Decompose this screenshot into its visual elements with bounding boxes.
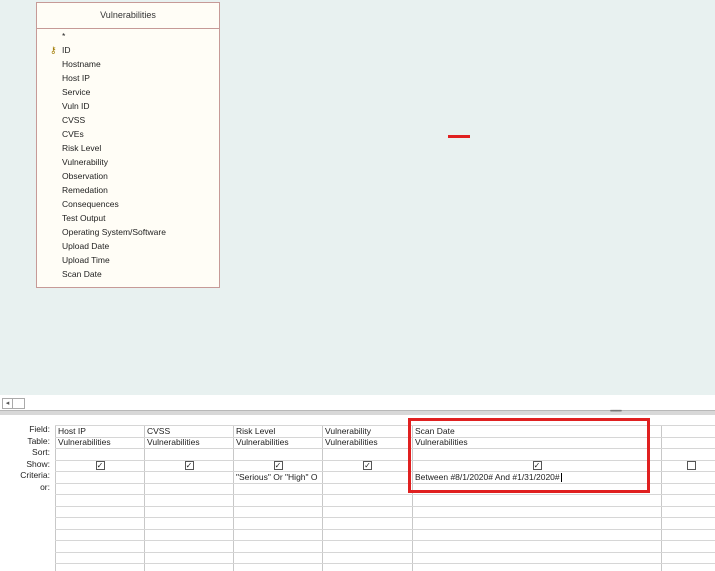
- grid-row-line: [55, 551, 715, 553]
- field-name: Upload Date: [62, 241, 110, 251]
- field-item[interactable]: Operating System/Software: [37, 225, 219, 239]
- row-label-sort: Sort:: [32, 447, 50, 457]
- field-item[interactable]: Observation: [37, 169, 219, 183]
- field-item[interactable]: Risk Level: [37, 141, 219, 155]
- field-cell[interactable]: [664, 426, 715, 437]
- grid-row-line: [55, 528, 715, 530]
- grid-row-line: [55, 517, 715, 518]
- field-name: Upload Time: [62, 255, 110, 265]
- field-cell[interactable]: Vulnerability: [325, 426, 409, 437]
- criteria-cell[interactable]: [325, 472, 409, 483]
- field-cell[interactable]: Host IP: [58, 426, 141, 437]
- field-item[interactable]: Hostname: [37, 57, 219, 71]
- grid-row-line: [55, 563, 715, 564]
- grid-row-line: [55, 505, 715, 507]
- field-item[interactable]: Upload Date: [37, 239, 219, 253]
- field-name: Risk Level: [62, 143, 102, 153]
- field-item[interactable]: *: [37, 29, 219, 43]
- field-name: Consequences: [62, 199, 119, 209]
- row-label-criteria: Criteria:: [20, 470, 50, 480]
- grid-column-divider: [322, 425, 323, 571]
- table-cell[interactable]: Vulnerabilities: [147, 437, 230, 448]
- show-checkbox[interactable]: ✓: [363, 461, 372, 470]
- grid-column-divider: [661, 425, 662, 571]
- horizontal-scrollbar[interactable]: ◂: [0, 396, 715, 410]
- key-icon: ⚷: [50, 45, 57, 55]
- row-label-show: Show:: [26, 458, 50, 469]
- field-item[interactable]: Service: [37, 85, 219, 99]
- field-item[interactable]: Scan Date: [37, 267, 219, 281]
- criteria-cell[interactable]: "Serious" Or "High" O: [236, 472, 319, 483]
- table-cell[interactable]: Vulnerabilities: [236, 437, 319, 448]
- show-checkbox[interactable]: [687, 461, 696, 470]
- show-checkbox[interactable]: ✓: [273, 461, 283, 470]
- field-name: Test Output: [62, 213, 106, 223]
- scan-date-highlight: [408, 418, 650, 493]
- field-item[interactable]: Upload Time: [37, 253, 219, 267]
- field-name: Service: [62, 87, 91, 97]
- table-cell[interactable]: [664, 437, 715, 448]
- field-name: *: [62, 31, 66, 41]
- show-checkbox[interactable]: ✓: [95, 461, 105, 470]
- field-item[interactable]: Test Output: [37, 211, 219, 225]
- grid-column-divider: [233, 425, 234, 571]
- row-label-or: or:: [40, 481, 50, 492]
- field-name: CVEs: [62, 129, 84, 139]
- field-item[interactable]: ⚷ ID: [37, 43, 219, 57]
- field-name: Observation: [62, 171, 108, 181]
- table-field-list[interactable]: Vulnerabilities * ⚷ ID Hostname Host IP Servi…: [36, 2, 220, 288]
- red-annotation-mark: [448, 135, 470, 138]
- criteria-cell[interactable]: [147, 472, 230, 483]
- field-name: Remedation: [62, 185, 108, 195]
- field-item[interactable]: Host IP: [37, 71, 219, 85]
- field-name: Vuln ID: [62, 101, 90, 111]
- field-name: Scan Date: [62, 269, 102, 279]
- field-cell[interactable]: CVSS: [147, 426, 230, 437]
- table-cell[interactable]: Vulnerabilities: [58, 437, 141, 448]
- grid-column-divider: [144, 425, 145, 571]
- query-design-canvas[interactable]: Vulnerabilities * ⚷ ID Hostname Host IP Servi…: [0, 0, 715, 395]
- table-cell[interactable]: Vulnerabilities: [325, 437, 409, 448]
- field-item[interactable]: Vuln ID: [37, 99, 219, 113]
- field-cell[interactable]: Risk Level: [236, 426, 319, 437]
- field-item[interactable]: CVEs: [37, 127, 219, 141]
- scroll-thumb[interactable]: [12, 398, 25, 409]
- field-list: * ⚷ ID Hostname Host IP Service Vuln ID CVSS CVE…: [37, 29, 219, 281]
- field-name: Host IP: [62, 73, 90, 83]
- grid-row-line: [55, 540, 715, 541]
- field-item[interactable]: CVSS: [37, 113, 219, 127]
- field-name: Vulnerability: [62, 157, 108, 167]
- show-checkbox[interactable]: ✓: [184, 461, 194, 470]
- field-name: ID: [62, 45, 71, 55]
- row-label-field: Field:: [29, 424, 50, 434]
- criteria-cell[interactable]: [664, 472, 715, 483]
- field-item[interactable]: Vulnerability: [37, 155, 219, 169]
- field-name: Hostname: [62, 59, 101, 69]
- grid-column-divider: [55, 425, 56, 571]
- field-name: CVSS: [62, 115, 86, 125]
- field-name: Operating System/Software: [62, 227, 166, 237]
- criteria-cell[interactable]: [58, 472, 141, 483]
- row-label-table: Table:: [27, 435, 50, 446]
- field-item[interactable]: Consequences: [37, 197, 219, 211]
- grid-row-line: [55, 494, 715, 495]
- table-title[interactable]: Vulnerabilities: [37, 3, 219, 29]
- field-item[interactable]: Remedation: [37, 183, 219, 197]
